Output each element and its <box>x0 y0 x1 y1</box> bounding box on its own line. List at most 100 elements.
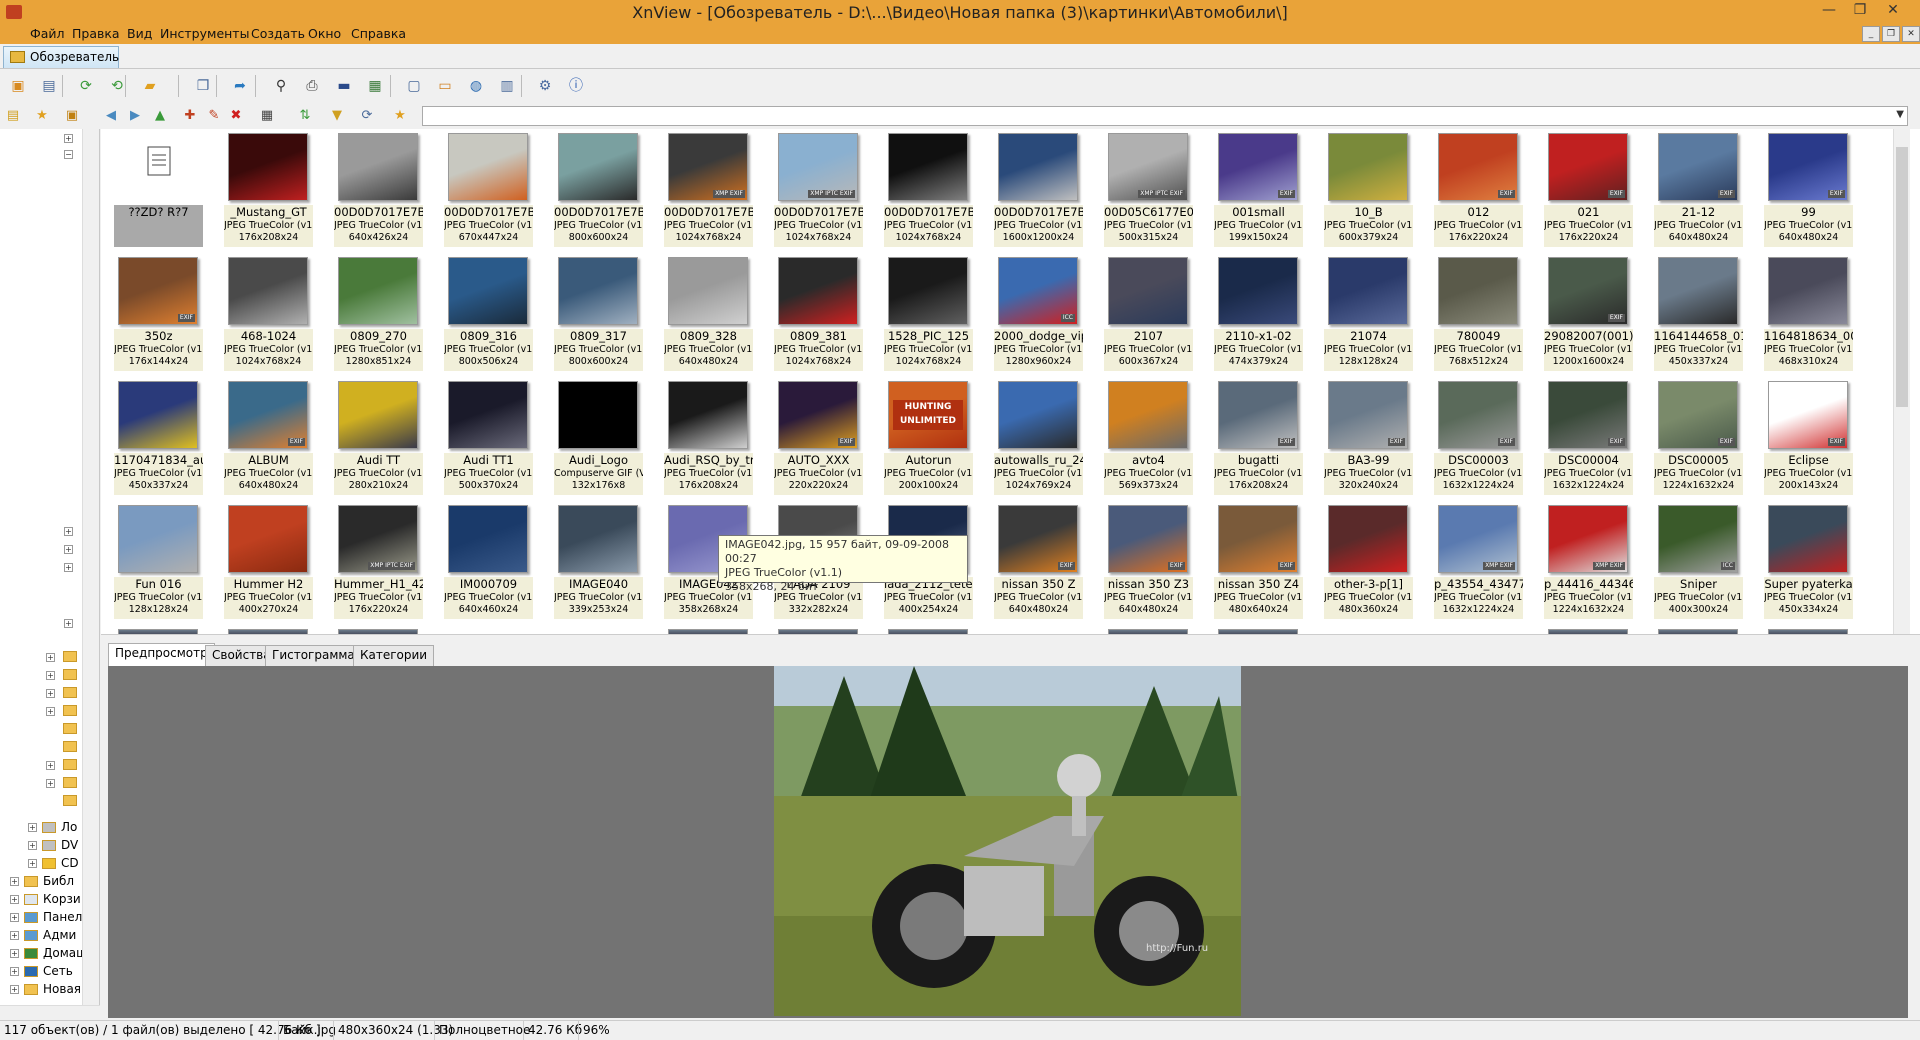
thumbnail-item[interactable]: EXIF 021JPEG TrueColor (v1.1)176x220x24 <box>1538 129 1638 249</box>
expand-icon[interactable]: + <box>64 619 73 628</box>
minimize-button[interactable]: — <box>1814 0 1844 22</box>
thumbnail-item[interactable]: EXIF 29082007(001)JPEG TrueColor (v1.1)12… <box>1538 253 1638 373</box>
menu-window[interactable]: Окно <box>308 26 341 41</box>
thumbnail-item[interactable]: EXIF 012JPEG TrueColor (v1.1)176x220x24 <box>1428 129 1528 249</box>
mdi-close-button[interactable]: ✕ <box>1902 26 1920 42</box>
thumbnail-item[interactable]: 2110-x1-02JPEG TrueColor (v1.1)474x379x2… <box>1208 253 1308 373</box>
fullscreen-icon[interactable]: ▤ <box>36 74 62 98</box>
expand-icon[interactable]: + <box>28 823 37 832</box>
thumbnail-item[interactable]: 0809_381JPEG TrueColor (v1.1)1024x768x24 <box>768 253 868 373</box>
expand-icon[interactable]: + <box>64 545 73 554</box>
menu-tools[interactable]: Инструменты <box>160 26 249 41</box>
thumbnail-item[interactable]: 00D0D7017E7B_2...JPEG TrueColor (v1.1)10… <box>878 129 978 249</box>
monitor-icon[interactable]: ▭ <box>432 74 458 98</box>
tree-item-label[interactable]: Библ <box>43 874 74 888</box>
thumbnail-item[interactable]: avto4JPEG TrueColor (v1.1)569x373x24 <box>1098 377 1198 497</box>
thumbnail-item[interactable]: 2107JPEG TrueColor (v1.1)600x367x24 <box>1098 253 1198 373</box>
expand-icon[interactable]: + <box>64 563 73 572</box>
thumbnail-item[interactable]: 1164144658_01_v...JPEG TrueColor (v1.1)4… <box>1648 253 1748 373</box>
thumbnail-item[interactable]: EXIF DSC00003JPEG TrueColor (v1.1)1632x12… <box>1428 377 1528 497</box>
menu-edit[interactable]: Правка <box>72 26 120 41</box>
collapse-icon[interactable]: − <box>64 150 73 159</box>
tree-folders-icon[interactable]: ▤ <box>3 106 23 126</box>
path-input[interactable]: ▼ <box>422 106 1908 126</box>
thumbnail-item[interactable]: IM000709JPEG TrueColor (v1.1)640x460x24 <box>438 501 538 621</box>
thumbnail-item[interactable]: XMP IPTC EXIF Hummer_H1_42...JPEG TrueCol… <box>328 501 428 621</box>
thumbnail-item[interactable]: _Mustang_GTJPEG TrueColor (v1.2)176x208x… <box>218 129 318 249</box>
print-icon[interactable]: ⎙ <box>299 74 325 98</box>
export-icon[interactable]: ➦ <box>227 74 253 98</box>
expand-icon[interactable]: + <box>46 707 55 716</box>
filter-icon[interactable]: ▼ <box>327 106 347 126</box>
maximize-button[interactable]: ❐ <box>1845 0 1875 22</box>
open-browser-icon[interactable]: ▣ <box>5 74 31 98</box>
thumbnail-item[interactable]: 10_BJPEG TrueColor (v1.1)600x379x24 <box>1318 129 1418 249</box>
tree-item-label[interactable]: Адми <box>43 928 76 942</box>
thumbnail-item[interactable]: 00D0D7017E7B_2...JPEG TrueColor (v1.1)16… <box>988 129 1088 249</box>
thumbnail-item[interactable]: IMAGE040JPEG TrueColor (v1.1)339x253x24 <box>548 501 648 621</box>
settings-grid-icon[interactable]: ▥ <box>494 74 520 98</box>
favorites-icon[interactable]: ★ <box>32 106 52 126</box>
menu-file[interactable]: Файл <box>30 26 65 41</box>
sort-icon[interactable]: ⇅ <box>295 106 315 126</box>
close-button[interactable]: ✕ <box>1878 0 1908 22</box>
back-icon[interactable]: ◀ <box>101 106 121 126</box>
thumbnail-item[interactable]: 00D0D7017E7B_2...JPEG TrueColor (v1.2)80… <box>548 129 648 249</box>
thumbnail-item[interactable]: ICC 2000_dodge_vip...JPEG TrueColor (v1.1… <box>988 253 1088 373</box>
expand-icon[interactable]: + <box>28 859 37 868</box>
thumbnail-item[interactable]: EXIF21-12JPEG TrueColor (v1.1)640x480x24 <box>1648 129 1748 249</box>
thumbnail-item[interactable]: HUNTING UNLIMITED Autorun JPEG TrueColor (v… <box>878 377 978 497</box>
tree-item-label[interactable]: Новая <box>43 982 81 996</box>
sync-icon[interactable]: ⟳ <box>357 106 377 126</box>
thumbnail-item[interactable]: EXIF nissan 350 Z3JPEG TrueColor (v1.1)64… <box>1098 501 1198 621</box>
expand-icon[interactable]: + <box>64 527 73 536</box>
expand-icon[interactable]: + <box>10 985 19 994</box>
rating-icon[interactable]: ★ <box>390 106 410 126</box>
thumbnail-item[interactable]: EXIF 99JPEG TrueColor (v1.1)640x480x24 <box>1758 129 1858 249</box>
thumbnail-item[interactable]: Super pyaterkaJPEG TrueColor (v1.1)450x3… <box>1758 501 1858 621</box>
tab-histogram[interactable]: Гистограмма <box>265 645 362 666</box>
capture-icon[interactable]: ▢ <box>401 74 427 98</box>
rename-icon[interactable]: ✎ <box>204 106 224 126</box>
thumbnail-item[interactable]: other-3-p[1]JPEG TrueColor (v1.2)480x360… <box>1318 501 1418 621</box>
expand-icon[interactable]: + <box>46 779 55 788</box>
thumbnail-item[interactable]: EXIF 350zJPEG TrueColor (v1.1)176x144x24 <box>108 253 208 373</box>
categories-icon[interactable]: ▣ <box>62 106 82 126</box>
refresh-alt-icon[interactable]: ⟲ <box>104 74 130 98</box>
up-icon[interactable]: ▲ <box>150 106 170 126</box>
thumbnail-item[interactable]: Hummer H2JPEG TrueColor (v1.1)400x270x24 <box>218 501 318 621</box>
refresh-icon[interactable]: ⟳ <box>73 74 99 98</box>
expand-icon[interactable]: + <box>10 967 19 976</box>
thumbnail-item[interactable]: EXIF ALBUMJPEG TrueColor (v1.1)640x480x24 <box>218 377 318 497</box>
thumbnail-item[interactable]: Audi_LogoCompuserve GIF (V...132x176x8 <box>548 377 648 497</box>
thumbnail-item[interactable]: EXIF 001smallJPEG TrueColor (v1.1)199x150… <box>1208 129 1308 249</box>
menu-help[interactable]: Справка <box>351 26 406 41</box>
thumbnail-item[interactable]: 0809_328JPEG TrueColor (v1.1)640x480x24 <box>658 253 758 373</box>
thumbnail-item[interactable]: ??ZD? R?7 <box>108 129 208 249</box>
thumbnail-item[interactable]: Audi TT1JPEG TrueColor (v1.1)500x370x24 <box>438 377 538 497</box>
thumbnail-item[interactable]: 1164818634_0090...JPEG TrueColor (v1.2)4… <box>1758 253 1858 373</box>
expand-icon[interactable]: + <box>10 931 19 940</box>
thumbnail-item[interactable]: autowalls_ru_242JPEG TrueColor (v1.1)102… <box>988 377 1088 497</box>
tab-preview[interactable]: Предпросмотр <box>108 643 215 666</box>
thumbnail-item[interactable]: Fun 016JPEG TrueColor (v1.1)128x128x24 <box>108 501 208 621</box>
thumbnail-item[interactable]: XMP EXIF 00D0D7017E7B_2...JPEG TrueColor … <box>658 129 758 249</box>
thumbnail-item[interactable]: 1170471834_auto...JPEG TrueColor (v1.1)4… <box>108 377 208 497</box>
thumbnail-item[interactable]: Audi TTJPEG TrueColor (v1.1)280x210x24 <box>328 377 428 497</box>
thumbnail-item[interactable]: EXIF AUTO_XXXJPEG TrueColor (v1.1)220x220… <box>768 377 868 497</box>
tree-item-label[interactable]: Домаш <box>43 946 87 960</box>
thumbnail-item[interactable]: 21074JPEG TrueColor (v1.1)128x128x24 <box>1318 253 1418 373</box>
tree-item-label[interactable]: DV <box>61 838 78 852</box>
tab-categories[interactable]: Категории <box>353 645 435 666</box>
thumbnail-item[interactable]: 780049JPEG TrueColor (v1.1)768x512x24 <box>1428 253 1528 373</box>
thumbnail-item[interactable]: EXIF ВАЗ-99JPEG TrueColor (v1.1)320x240x2… <box>1318 377 1418 497</box>
expand-icon[interactable]: + <box>10 877 19 886</box>
pane-splitter[interactable] <box>101 634 1920 643</box>
info-icon[interactable]: ⓘ <box>563 74 589 98</box>
thumbnail-item[interactable]: EXIF DSC00004JPEG TrueColor (v1.1)1632x12… <box>1538 377 1638 497</box>
expand-icon[interactable]: + <box>28 841 37 850</box>
thumbnail-item[interactable]: XMP EXIF p_43554_43477JPEG TrueColor (v1.… <box>1428 501 1528 621</box>
binoculars-icon[interactable]: ⚲ <box>268 74 294 98</box>
delete-icon[interactable]: ✖ <box>226 106 246 126</box>
scrollbar-thumb[interactable] <box>1896 147 1908 407</box>
